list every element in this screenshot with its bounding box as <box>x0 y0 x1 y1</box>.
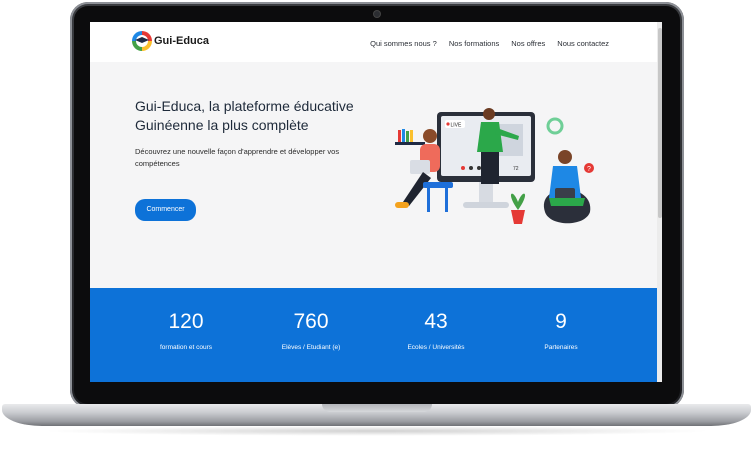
nav-link-offers[interactable]: Nos offres <box>511 39 545 48</box>
stat-value: 9 <box>555 310 567 333</box>
monitor-stand <box>479 182 493 204</box>
stat-value: 120 <box>168 310 204 333</box>
man-head <box>423 129 437 143</box>
stat-schools: 43 Ecoles / Universités <box>381 310 491 351</box>
stat-courses: 120 formation et cours <box>131 310 241 351</box>
woman-legs <box>549 198 585 206</box>
brand-name[interactable]: Gui-Educa <box>154 35 209 47</box>
control-dot-3 <box>477 166 481 170</box>
hero-headline: Gui-Educa, la plateforme éducative Guiné… <box>135 98 354 133</box>
laptop-notch <box>322 404 432 412</box>
logo-icon[interactable] <box>132 31 152 51</box>
stat-label: formation et cours <box>159 344 213 351</box>
chair-leg-2 <box>445 188 448 212</box>
nav-link-contact[interactable]: Nous contactez <box>557 39 609 48</box>
nav-link-about[interactable]: Qui sommes nous ? <box>370 39 437 48</box>
control-dot-2 <box>469 166 473 170</box>
man-laptop <box>410 160 430 174</box>
laptop-mockup: Gui-Educa Qui sommes nous ? Nos formatio… <box>0 0 753 450</box>
shelf <box>395 142 425 145</box>
stat-label: Partenaires <box>544 344 578 351</box>
stat-label: Elèves / Etudiant (e) <box>281 344 341 351</box>
stat-value: 43 <box>424 310 448 333</box>
book-3 <box>406 131 409 142</box>
live-dot-icon <box>446 122 450 126</box>
book-1 <box>398 130 401 142</box>
book-2 <box>402 129 405 142</box>
chair-leg-1 <box>427 188 430 212</box>
hero-subtitle: Découvrez une nouvelle façon d'apprendre… <box>135 147 340 168</box>
teacher-body <box>477 122 503 152</box>
nav-link-courses[interactable]: Nos formations <box>449 39 499 48</box>
camera-icon <box>374 11 380 17</box>
scrollbar-thumb[interactable] <box>658 28 662 218</box>
plant-leaves <box>510 193 526 210</box>
stats-band: 120 formation et cours 760 Elèves / Etud… <box>90 288 657 382</box>
question-mark-glyph: ? <box>587 166 591 173</box>
decor-ring <box>546 117 564 135</box>
laptop-shadow <box>40 426 713 436</box>
stat-partners: 9 Partenaires <box>506 310 616 351</box>
live-badge-text: LIVE <box>451 123 463 129</box>
teacher-head <box>483 108 495 120</box>
woman-head <box>558 150 572 164</box>
blue-chair <box>423 182 453 188</box>
control-dot-1 <box>461 166 465 170</box>
hero-section: Gui-Educa, la plateforme éducative Guiné… <box>90 62 657 288</box>
vertical-scrollbar[interactable] <box>657 22 662 382</box>
top-navbar: Gui-Educa Qui sommes nous ? Nos formatio… <box>90 22 657 62</box>
book-4 <box>410 130 413 142</box>
start-button[interactable]: Commencer <box>135 199 196 221</box>
stat-label: Ecoles / Universités <box>407 344 465 351</box>
online-learning-illustration: LIVE 72 ? <box>395 108 594 224</box>
browser-viewport: Gui-Educa Qui sommes nous ? Nos formatio… <box>90 22 662 382</box>
stat-students: 760 Elèves / Etudiant (e) <box>256 310 366 351</box>
main-menu: Qui sommes nous ? Nos formations Nos off… <box>370 39 609 48</box>
monitor-base <box>463 202 509 208</box>
man-shoe <box>395 202 409 208</box>
plant-pot <box>511 210 525 224</box>
man-legs <box>403 172 431 206</box>
like-count-text: 72 <box>513 166 519 172</box>
teacher-legs <box>481 152 499 184</box>
stat-value: 760 <box>293 310 329 333</box>
